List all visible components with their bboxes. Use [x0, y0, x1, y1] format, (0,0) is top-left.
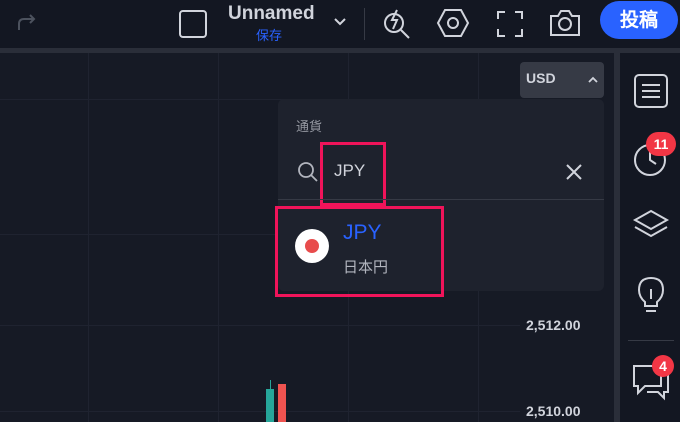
settings-hexagon-icon[interactable]: [436, 7, 470, 39]
fullscreen-icon[interactable]: [496, 10, 524, 38]
result-highlight: [275, 206, 444, 297]
candle-up: [266, 389, 274, 422]
currency-label: USD: [526, 70, 556, 86]
layout-name[interactable]: Unnamed: [228, 3, 315, 25]
grid-line: [0, 411, 520, 412]
lightbulb-icon[interactable]: [635, 275, 667, 315]
chevron-up-icon: [588, 76, 598, 83]
toolbar-divider: [364, 8, 365, 40]
grid-line: [218, 53, 219, 422]
publish-button[interactable]: 投稿: [600, 1, 678, 39]
search-icon: [298, 162, 318, 182]
redo-icon[interactable]: [14, 12, 40, 34]
chat-badge: 4: [652, 355, 674, 377]
alerts-badge: 11: [646, 132, 676, 156]
price-tick: 2,510.00: [526, 403, 581, 419]
quick-search-icon[interactable]: [380, 6, 414, 40]
price-tick: 2,512.00: [526, 317, 581, 333]
layers-icon[interactable]: [632, 208, 670, 244]
panel-divider: [278, 199, 604, 200]
sidebar-divider: [628, 340, 674, 341]
layout-square-icon[interactable]: [178, 9, 208, 39]
save-link[interactable]: 保存: [256, 25, 282, 44]
grid-line: [88, 53, 89, 422]
currency-selector[interactable]: USD: [520, 62, 604, 98]
grid-line: [0, 325, 520, 326]
candle-down: [278, 384, 286, 422]
chevron-down-icon[interactable]: [332, 14, 348, 30]
watchlist-icon[interactable]: [633, 73, 669, 109]
camera-icon[interactable]: [548, 8, 582, 38]
close-icon[interactable]: [564, 162, 584, 182]
search-input-highlight: [320, 142, 386, 206]
panel-title: 通貨: [296, 120, 323, 135]
top-toolbar: Unnamed 保存 投稿: [0, 0, 680, 48]
